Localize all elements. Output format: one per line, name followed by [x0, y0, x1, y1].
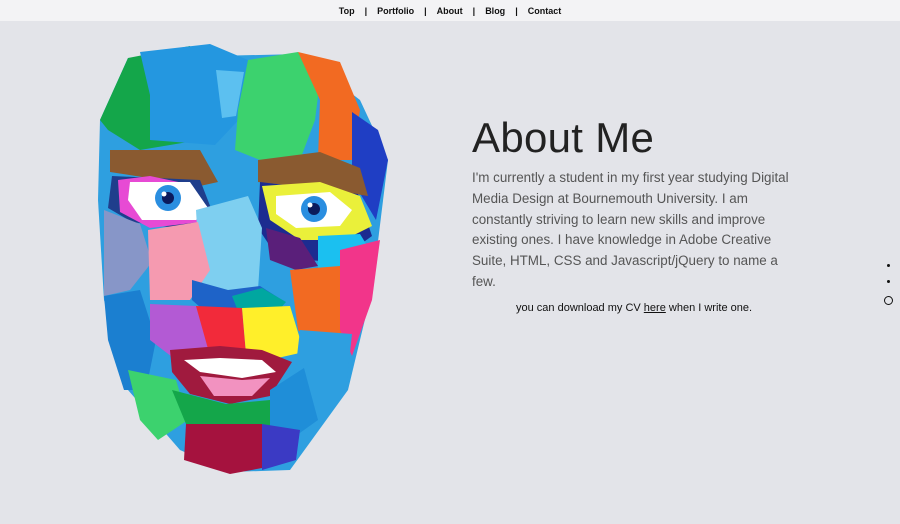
nav-link-about[interactable]: About: [435, 6, 465, 16]
nav-separator: |: [515, 5, 518, 16]
cv-suffix: when I write one.: [665, 301, 753, 314]
nav-link-portfolio[interactable]: Portfolio: [375, 6, 416, 16]
page-dot-2[interactable]: [886, 280, 890, 283]
nav-separator: |: [364, 5, 368, 16]
page-dot-1[interactable]: [886, 264, 890, 267]
nav-separator: |: [472, 5, 476, 16]
nav-link-blog[interactable]: Blog: [483, 6, 507, 16]
about-description: I'm currently a student in my first year…: [472, 170, 789, 289]
about-section: About Me I'm currently a student in my f…: [472, 112, 790, 314]
cv-download-text: you can download my CV here when I write…: [516, 302, 790, 314]
top-navigation: Top | Portfolio | About | Blog | Contact: [0, 0, 900, 21]
about-title: About Me: [472, 114, 655, 161]
page-dot-3-active[interactable]: [883, 296, 893, 305]
nav-separator: |: [424, 5, 427, 16]
page-dot-navigation: [882, 264, 894, 318]
polygon-portrait-image: [98, 44, 388, 474]
cv-download-link[interactable]: here: [644, 302, 666, 314]
nav-link-top[interactable]: Top: [337, 6, 357, 16]
cv-prefix: you can download my CV: [516, 301, 644, 314]
nav-link-contact[interactable]: Contact: [526, 6, 564, 16]
